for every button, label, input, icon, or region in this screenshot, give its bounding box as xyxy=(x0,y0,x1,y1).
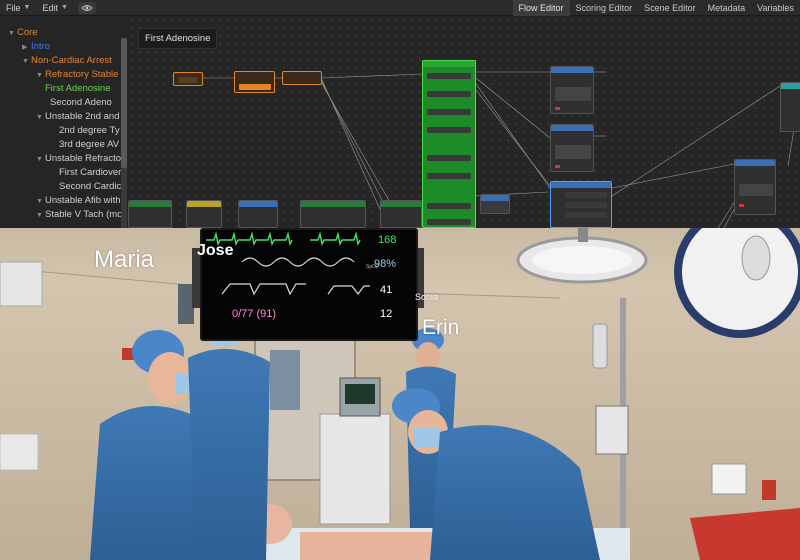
delete-icon[interactable] xyxy=(555,107,560,110)
tree-item-3rd-degree[interactable]: 3rd degree AV xyxy=(50,138,119,152)
flow-node[interactable] xyxy=(780,82,800,132)
tree-item-label: Refractory Stable xyxy=(45,69,119,80)
menu-bar: File ▼ Edit ▼ Flow Editor Scoring Editor… xyxy=(0,0,800,16)
edit-menu[interactable]: Edit ▼ xyxy=(36,0,73,16)
tree-item-label: 2nd degree Ty xyxy=(59,125,120,136)
tree-item-stable-v-tach[interactable]: ▼ Stable V Tach (mo xyxy=(36,208,122,222)
tree-item-label: Stable V Tach (mo xyxy=(45,209,123,220)
simulation-viewport[interactable]: 168 SpO2 98% 41 0/77 (91) 12 Maria Jose … xyxy=(0,228,800,560)
flow-node-branch[interactable] xyxy=(422,60,476,228)
expand-arrow-icon: ▼ xyxy=(36,72,43,79)
file-menu-label: File xyxy=(6,2,21,13)
tree-item-label: Intro xyxy=(31,41,51,52)
flow-node-speak[interactable] xyxy=(734,159,776,215)
visibility-toggle-button[interactable] xyxy=(77,1,96,14)
tree-item-label: First Cardiover xyxy=(59,167,122,178)
flow-node[interactable] xyxy=(238,200,278,228)
participant-label-erin: Erin xyxy=(422,316,460,339)
blood-pressure-value: 0/77 (91) xyxy=(232,308,277,320)
expand-arrow-icon: ▼ xyxy=(8,30,15,37)
tree-item-label: Second Cardic xyxy=(59,181,122,192)
expand-arrow-icon: ▼ xyxy=(22,58,29,65)
chevron-down-icon: ▼ xyxy=(23,4,31,11)
chevron-down-icon: ▼ xyxy=(60,4,68,11)
spo2-value: 98% xyxy=(374,258,397,270)
app-window: File ▼ Edit ▼ Flow Editor Scoring Editor… xyxy=(0,0,800,560)
tree-scrollbar-thumb[interactable] xyxy=(121,38,127,168)
etco2-value: 12 xyxy=(380,308,393,320)
flow-node[interactable] xyxy=(186,200,222,228)
tree-item-label: Unstable Afib with xyxy=(45,195,121,206)
tree-item-label: Non-Cardiac Arrest xyxy=(31,55,112,66)
tree-item-second-cardioversion[interactable]: Second Cardic xyxy=(50,180,121,194)
participant-label-sonia: Sonia xyxy=(415,292,439,302)
eye-icon xyxy=(81,4,93,11)
tree-item-unstable-afib[interactable]: ▼ Unstable Afib with xyxy=(36,194,121,208)
flow-node[interactable] xyxy=(380,200,422,228)
tree-item-first-adenosine[interactable]: First Adenosine xyxy=(36,82,110,96)
flow-canvas[interactable]: First Adenosine xyxy=(128,16,800,228)
expand-arrow-icon: ▼ xyxy=(36,212,43,219)
participant-label-maria: Maria xyxy=(94,246,155,273)
heart-rate-value: 168 xyxy=(378,234,397,246)
participant-label-jose: Jose xyxy=(197,242,234,259)
resp-rate-value: 41 xyxy=(380,284,393,296)
expand-arrow-icon: ▼ xyxy=(36,156,43,163)
expand-arrow-icon: ▼ xyxy=(36,198,43,205)
tree-item-first-cardioversion[interactable]: First Cardiover xyxy=(50,166,121,180)
tree-item-unstable-refractory[interactable]: ▼ Unstable Refracto xyxy=(36,152,121,166)
tree-item-core[interactable]: ▼ Core xyxy=(8,26,38,40)
tree-item-unstable-2nd[interactable]: ▼ Unstable 2nd and xyxy=(36,110,119,124)
flow-node-speak[interactable] xyxy=(550,124,594,172)
expand-arrow-icon: ▼ xyxy=(36,114,43,121)
delete-icon[interactable] xyxy=(555,165,560,168)
tree-item-intro[interactable]: ▶ Intro xyxy=(22,40,50,54)
tab-metadata[interactable]: Metadata xyxy=(702,0,752,16)
flow-node[interactable] xyxy=(128,200,172,228)
flow-node[interactable] xyxy=(173,72,203,86)
tree-item-label: Second Adeno xyxy=(50,97,112,108)
tab-scoring-editor[interactable]: Scoring Editor xyxy=(570,0,639,16)
flow-node[interactable] xyxy=(234,71,275,93)
flow-node-speak[interactable] xyxy=(550,66,594,114)
tab-scene-editor[interactable]: Scene Editor xyxy=(638,0,702,16)
tree-item-2nd-degree[interactable]: 2nd degree Ty xyxy=(50,124,120,138)
tree-item-refractory-stable[interactable]: ▼ Refractory Stable xyxy=(36,68,118,82)
tab-flow-editor[interactable]: Flow Editor xyxy=(512,0,570,16)
tree-item-label: Unstable Refracto xyxy=(45,153,122,164)
tree-item-second-adeno[interactable]: Second Adeno xyxy=(50,96,112,110)
tree-item-label: Unstable 2nd and xyxy=(45,111,120,122)
edit-menu-label: Edit xyxy=(42,2,58,13)
tree-item-non-cardiac-arrest[interactable]: ▼ Non-Cardiac Arrest xyxy=(22,54,112,68)
tree-item-label: Core xyxy=(17,27,38,38)
delete-icon[interactable] xyxy=(739,204,744,207)
flow-title: First Adenosine xyxy=(138,28,218,49)
tree-item-label: 3rd degree AV xyxy=(59,139,120,150)
file-menu[interactable]: File ▼ xyxy=(0,0,36,16)
tab-variables[interactable]: Variables xyxy=(751,0,800,16)
editor-tabs: Flow Editor Scoring Editor Scene Editor … xyxy=(512,0,800,16)
flow-node[interactable] xyxy=(282,71,322,85)
flow-node[interactable] xyxy=(480,194,510,214)
collapse-arrow-icon: ▶ xyxy=(22,44,28,51)
flow-node[interactable] xyxy=(300,200,366,228)
tree-item-label: First Adenosine xyxy=(45,83,111,94)
scenario-tree: ▼ Core ▶ Intro ▼ Non-Cardiac Arrest ▼ Refrac… xyxy=(0,16,128,228)
flow-node-selected[interactable] xyxy=(550,181,612,228)
